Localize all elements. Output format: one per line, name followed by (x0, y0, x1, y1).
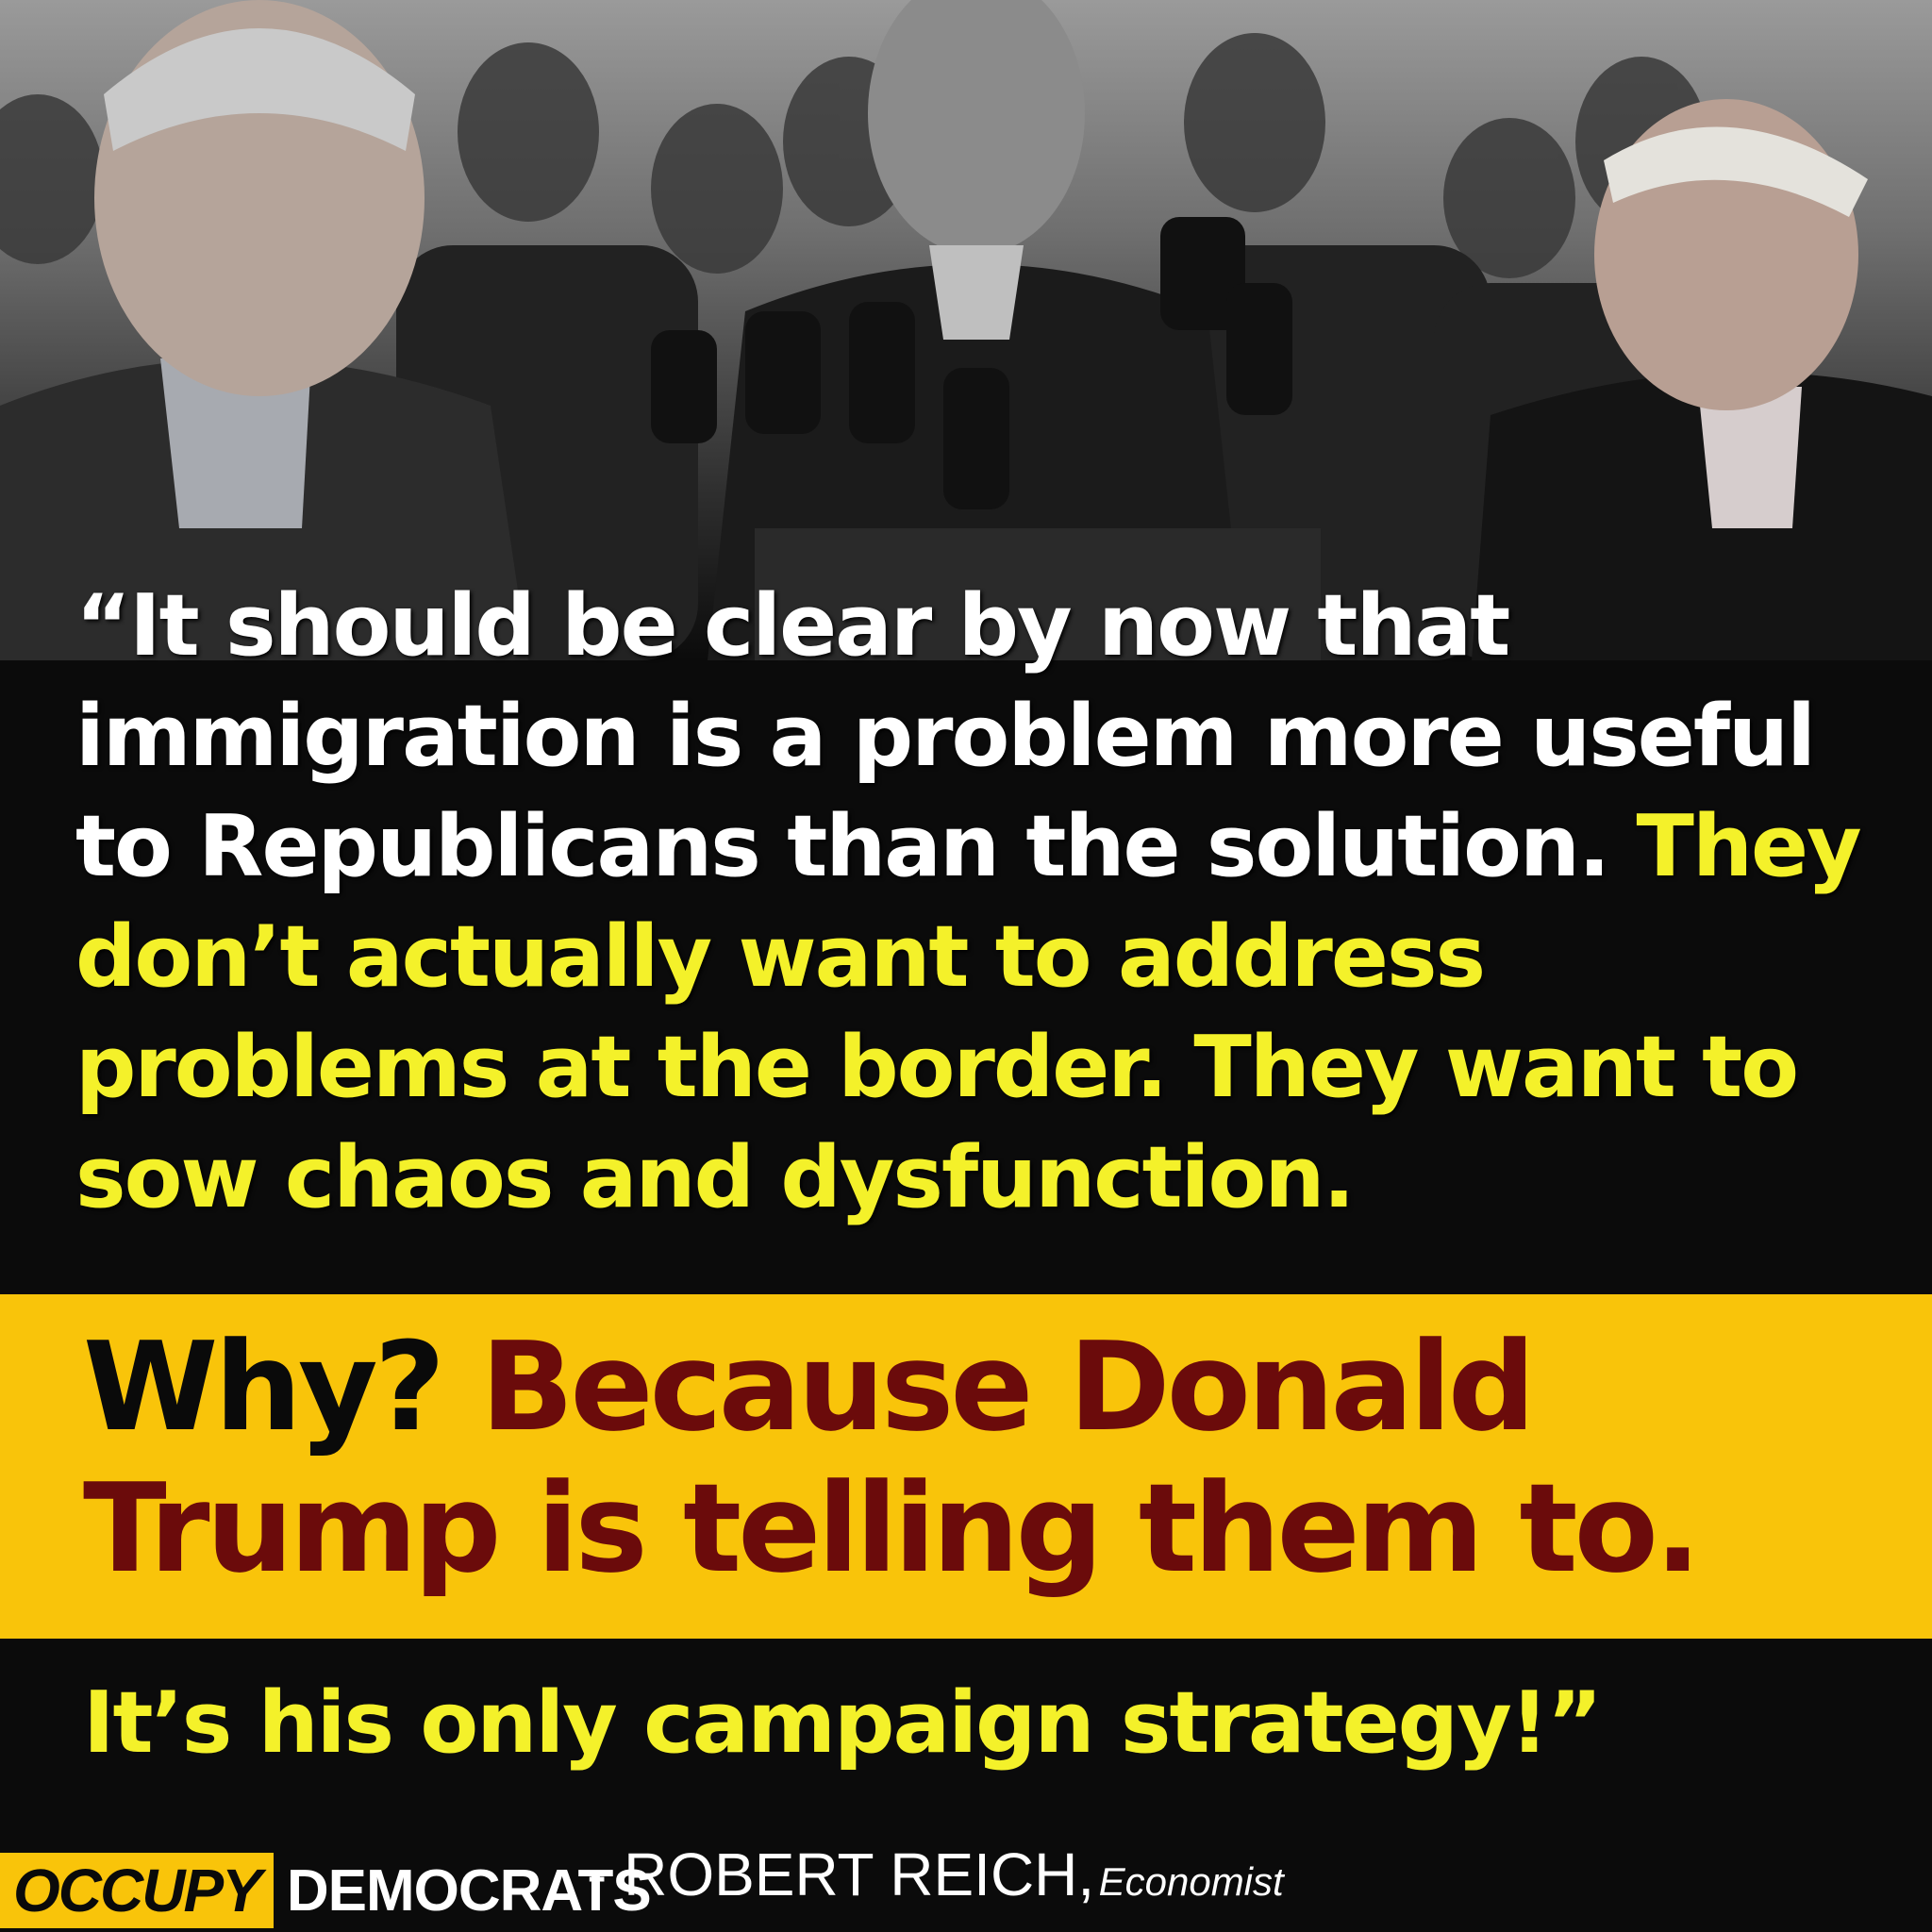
closing-line: It’s his only campaign strategy!” (83, 1674, 1603, 1773)
band-text: Why? Because Donald Trump is telling the… (83, 1316, 1875, 1599)
press-conference-photo (0, 0, 1932, 660)
meme-graphic: “It should be clear by now that immigrat… (0, 0, 1932, 1932)
band-why: Why? (83, 1315, 445, 1458)
logo-occupy: OCCUPY (0, 1853, 274, 1928)
quote-white-part: “It should be clear by now that immigrat… (75, 576, 1816, 896)
attribution: - ROBERT REICH, Economist (587, 1840, 1284, 1909)
occupy-democrats-logo: OCCUPY DEMOCRATS (0, 1849, 652, 1932)
attribution-title: Economist (1098, 1859, 1284, 1904)
photo-illustration (0, 0, 1932, 660)
attribution-name: - ROBERT REICH, (587, 1840, 1095, 1908)
quote-text: “It should be clear by now that immigrat… (75, 571, 1868, 1233)
